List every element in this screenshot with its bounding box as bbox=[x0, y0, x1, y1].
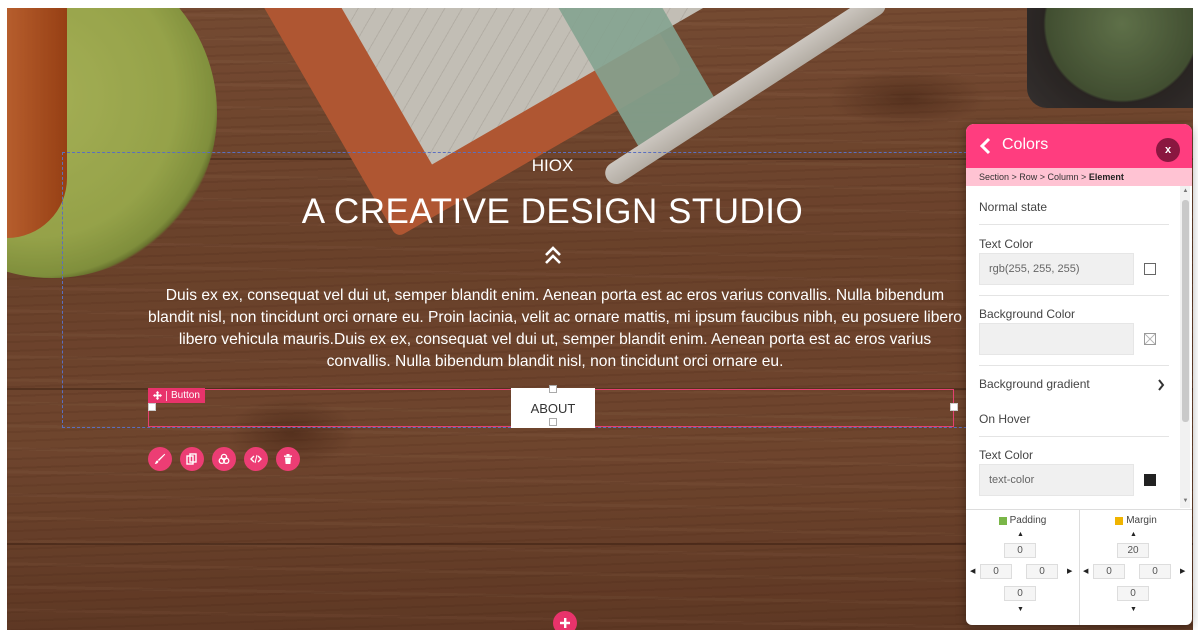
text-color-swatch[interactable] bbox=[1144, 263, 1156, 275]
background-color-input[interactable] bbox=[979, 323, 1134, 355]
padding-bottom-down-arrow-icon[interactable]: ▼ bbox=[1017, 606, 1024, 613]
hover-text-color-label: Text Color bbox=[979, 448, 1034, 462]
divider bbox=[979, 436, 1169, 437]
move-icon[interactable] bbox=[153, 391, 162, 400]
padding-control: Padding ▲ 0 ◀ 0 0 ▶ 0 ▼ bbox=[966, 510, 1079, 625]
padding-right-arrow-icon[interactable]: ▶ bbox=[1067, 567, 1072, 575]
margin-left-input[interactable]: 0 bbox=[1093, 564, 1125, 579]
panel-title: Colors bbox=[1002, 136, 1049, 153]
padding-top-up-arrow-icon[interactable]: ▲ bbox=[1017, 531, 1024, 538]
close-button[interactable]: x bbox=[1156, 138, 1180, 162]
hero-eyebrow[interactable]: HIOX bbox=[0, 156, 1105, 176]
margin-right-arrow-icon[interactable]: ▶ bbox=[1180, 567, 1185, 575]
breadcrumb-path[interactable]: Section > Row > Column > bbox=[979, 172, 1089, 182]
scroll-down-arrow-icon[interactable]: ▼ bbox=[1182, 498, 1189, 506]
row-tag-label: Button bbox=[171, 390, 200, 401]
tag-separator bbox=[166, 390, 167, 401]
double-chevron-up-icon bbox=[545, 246, 561, 264]
margin-top-up-arrow-icon[interactable]: ▲ bbox=[1130, 531, 1137, 538]
copy-icon bbox=[186, 453, 197, 465]
margin-bottom-input[interactable]: 0 bbox=[1117, 586, 1149, 601]
palette-icon bbox=[218, 453, 230, 465]
resize-handle-right[interactable] bbox=[950, 403, 958, 411]
margin-label: Margin bbox=[1126, 515, 1157, 526]
text-color-input[interactable]: rgb(255, 255, 255) bbox=[979, 253, 1134, 285]
normal-state-heading: Normal state bbox=[979, 200, 1048, 214]
padding-left-arrow-icon[interactable]: ◀ bbox=[970, 567, 975, 575]
resize-handle-top[interactable] bbox=[549, 385, 557, 393]
delete-button[interactable] bbox=[276, 447, 300, 471]
padding-top-input[interactable]: 0 bbox=[1004, 543, 1036, 558]
padding-legend: Padding bbox=[966, 515, 1079, 526]
spacing-controls: Padding ▲ 0 ◀ 0 0 ▶ 0 ▼ Margin ▲ 20 ◀ 0 … bbox=[966, 509, 1192, 625]
hero-title[interactable]: A CREATIVE DESIGN STUDIO bbox=[0, 192, 1105, 232]
on-hover-heading: On Hover bbox=[979, 412, 1031, 426]
margin-top-input[interactable]: 20 bbox=[1117, 543, 1149, 558]
text-color-label: Text Color bbox=[979, 237, 1034, 251]
divider bbox=[979, 295, 1169, 296]
divider bbox=[979, 365, 1169, 366]
element-toolbar bbox=[148, 447, 300, 471]
breadcrumb: Section > Row > Column > Element bbox=[966, 168, 1192, 186]
background-gradient-label[interactable]: Background gradient bbox=[979, 377, 1090, 391]
divider bbox=[979, 224, 1169, 225]
hover-text-color-input[interactable]: text-color bbox=[979, 464, 1134, 496]
padding-label: Padding bbox=[1009, 515, 1047, 526]
margin-right-input[interactable]: 0 bbox=[1139, 564, 1171, 579]
trash-icon bbox=[284, 454, 292, 464]
panel-body: Normal state Text Color rgb(255, 255, 25… bbox=[966, 186, 1192, 508]
colors-panel: Colors x Section > Row > Column > Elemen… bbox=[966, 124, 1192, 625]
back-chevron-icon[interactable] bbox=[979, 137, 993, 155]
hover-text-color-swatch[interactable] bbox=[1144, 474, 1156, 486]
margin-bottom-down-arrow-icon[interactable]: ▼ bbox=[1130, 606, 1137, 613]
add-section-button[interactable] bbox=[553, 611, 577, 630]
scrollbar-thumb[interactable] bbox=[1182, 200, 1189, 422]
duplicate-button[interactable] bbox=[180, 447, 204, 471]
panel-header: Colors x bbox=[966, 124, 1192, 168]
plus-icon bbox=[560, 618, 570, 628]
code-icon bbox=[250, 454, 262, 464]
padding-bottom-input[interactable]: 0 bbox=[1004, 586, 1036, 601]
resize-handle-left[interactable] bbox=[148, 403, 156, 411]
margin-left-arrow-icon[interactable]: ◀ bbox=[1083, 567, 1088, 575]
hero-body-text[interactable]: Duis ex ex, consequat vel dui ut, semper… bbox=[147, 285, 963, 373]
background-color-label: Background Color bbox=[979, 307, 1076, 321]
margin-control: Margin ▲ 20 ◀ 0 0 ▶ 0 ▼ bbox=[1079, 510, 1192, 625]
style-button[interactable] bbox=[148, 447, 172, 471]
row-tag[interactable]: Button bbox=[148, 388, 205, 403]
padding-right-input[interactable]: 0 bbox=[1026, 564, 1058, 579]
resize-handle-bottom[interactable] bbox=[549, 418, 557, 426]
chevron-right-icon[interactable] bbox=[1157, 379, 1165, 391]
code-button[interactable] bbox=[244, 447, 268, 471]
brush-icon bbox=[154, 453, 166, 464]
scroll-up-arrow-icon[interactable]: ▲ bbox=[1182, 188, 1189, 196]
margin-color-square bbox=[1115, 516, 1124, 525]
color-button[interactable] bbox=[212, 447, 236, 471]
padding-color-square bbox=[998, 516, 1007, 525]
background-color-swatch[interactable] bbox=[1144, 333, 1156, 345]
margin-legend: Margin bbox=[1080, 515, 1192, 526]
padding-left-input[interactable]: 0 bbox=[980, 564, 1012, 579]
breadcrumb-current: Element bbox=[1088, 172, 1124, 182]
